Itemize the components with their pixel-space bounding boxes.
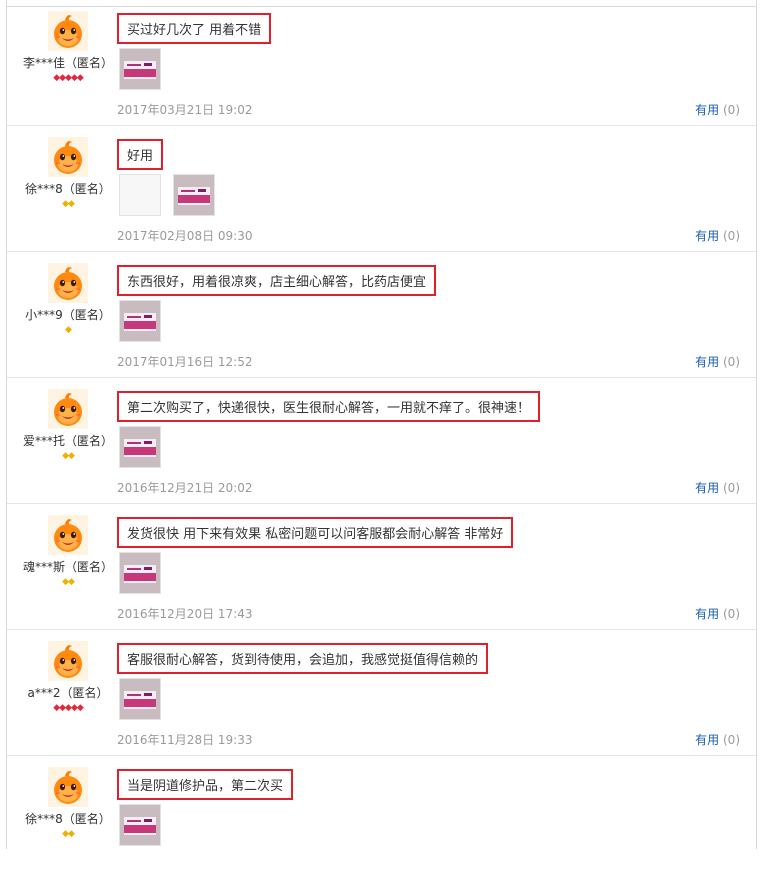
review-date: 2017年02月08日 09:30: [117, 229, 253, 243]
review-photo-thumbnail[interactable]: [119, 300, 161, 342]
useful-count: (0): [723, 733, 740, 747]
review-photo-thumbnail[interactable]: [119, 552, 161, 594]
cartoon-avatar-icon: [48, 767, 88, 807]
user-rank-badges: ◆◆: [7, 199, 129, 209]
review-comment-highlight: 好用: [117, 139, 164, 170]
review-date: 2016年12月20日 17:43: [117, 607, 253, 621]
useful-count: (0): [723, 607, 740, 621]
review-date: 2016年12月21日 20:02: [117, 481, 253, 495]
username: 爱***托（匿名）: [22, 434, 113, 448]
product-box-image: [120, 553, 160, 593]
review-comment-text: 客服很耐心解答，货到待使用，会追加，我感觉挺值得信赖的: [127, 653, 479, 668]
review-photo-thumbnail[interactable]: [173, 174, 215, 216]
cartoon-avatar-icon: [48, 641, 88, 681]
review-comment-text: 发货很快 用下来有效果 私密问题可以问客服都会耐心解答 非常好: [127, 527, 504, 542]
username: 小***9（匿名）: [25, 308, 111, 322]
review-item: 李***佳（匿名） ◆◆◆◆◆ 买过好几次了 用着不错 2017年03月21日 …: [7, 0, 756, 126]
user-rank-badges: ◆◆◆◆◆: [7, 73, 129, 83]
user-rank-badges: ◆: [7, 325, 129, 335]
useful-label[interactable]: 有用: [695, 229, 719, 243]
review-date: 2017年03月21日 19:02: [117, 103, 253, 117]
diamond-rank-icon: ◆: [76, 73, 84, 83]
username: 徐***8（匿名）: [25, 182, 111, 196]
avatar[interactable]: [48, 263, 88, 303]
review-photo-thumbnail[interactable]: [119, 804, 161, 846]
review-comment-highlight: 东西很好，用着很凉爽，店主细心解答，比药店便宜: [117, 265, 437, 296]
cartoon-avatar-icon: [48, 515, 88, 555]
product-box-image: [174, 175, 214, 215]
user-rank-badges: ◆◆: [7, 577, 129, 587]
avatar[interactable]: [48, 137, 88, 177]
review-photo-thumbnail[interactable]: [119, 174, 161, 216]
useful-vote-button[interactable]: 有用 (0): [695, 605, 740, 622]
review-item: 徐***8（匿名） ◆◆ 当是阴道修护品，第二次买: [7, 756, 756, 882]
useful-label[interactable]: 有用: [695, 103, 719, 117]
review-item: 魂***斯（匿名） ◆◆ 发货很快 用下来有效果 私密问题可以问客服都会耐心解答…: [7, 504, 756, 630]
useful-label[interactable]: 有用: [695, 355, 719, 369]
review-photo-thumbnail[interactable]: [119, 48, 161, 90]
useful-count: (0): [723, 229, 740, 243]
avatar[interactable]: [48, 641, 88, 681]
username: 李***佳（匿名）: [22, 56, 113, 70]
useful-count: (0): [723, 103, 740, 117]
review-date: 2017年01月16日 12:52: [117, 355, 253, 369]
review-photo-thumbnail[interactable]: [119, 426, 161, 468]
avatar[interactable]: [48, 389, 88, 429]
review-comment-highlight: 当是阴道修护品，第二次买: [117, 769, 294, 800]
cartoon-avatar-icon: [48, 389, 88, 429]
list-right-border: [756, 0, 757, 849]
useful-vote-button[interactable]: 有用 (0): [695, 353, 740, 370]
review-item: a***2（匿名） ◆◆◆◆◆ 客服很耐心解答，货到待使用，会追加，我感觉挺值得…: [7, 630, 756, 756]
product-box-image: [120, 301, 160, 341]
useful-count: (0): [723, 355, 740, 369]
gold-rank-icon: ◆: [68, 199, 75, 209]
avatar[interactable]: [48, 767, 88, 807]
useful-count: (0): [723, 481, 740, 495]
review-comment-text: 买过好几次了 用着不错: [127, 23, 262, 38]
user-rank-badges: ◆◆◆◆◆: [7, 703, 129, 713]
username: 魂***斯（匿名）: [22, 560, 113, 574]
review-comment-text: 东西很好，用着很凉爽，店主细心解答，比药店便宜: [127, 275, 427, 290]
avatar[interactable]: [48, 515, 88, 555]
useful-label[interactable]: 有用: [695, 481, 719, 495]
review-date: 2016年11月28日 19:33: [117, 733, 253, 747]
review-item: 爱***托（匿名） ◆◆ 第二次购买了，快递很快，医生很耐心解答，一用就不痒了。…: [7, 378, 756, 504]
cartoon-avatar-icon: [48, 263, 88, 303]
product-box-image: [120, 49, 160, 89]
review-comment-text: 第二次购买了，快递很快，医生很耐心解答，一用就不痒了。很神速！: [127, 401, 531, 416]
username: a***2（匿名）: [27, 686, 109, 700]
useful-vote-button[interactable]: 有用 (0): [695, 101, 740, 118]
review-comment-text: 当是阴道修护品，第二次买: [127, 779, 284, 794]
review-item: 徐***8（匿名） ◆◆ 好用 2017年02月08日 09:30 有用 (0): [7, 126, 756, 252]
gold-rank-icon: ◆: [65, 325, 72, 335]
diamond-rank-icon: ◆: [76, 703, 84, 713]
useful-vote-button[interactable]: 有用 (0): [695, 479, 740, 496]
useful-vote-button[interactable]: 有用 (0): [695, 731, 740, 748]
useful-label[interactable]: 有用: [695, 607, 719, 621]
user-rank-badges: ◆◆: [7, 451, 129, 461]
review-photo-thumbnail[interactable]: [119, 678, 161, 720]
user-rank-badges: ◆◆: [7, 829, 129, 839]
review-comment-text: 好用: [127, 149, 154, 164]
product-box-image: [120, 679, 160, 719]
useful-vote-button[interactable]: 有用 (0): [695, 227, 740, 244]
cartoon-avatar-icon: [48, 11, 88, 51]
avatar[interactable]: [48, 11, 88, 51]
review-item: 小***9（匿名） ◆ 东西很好，用着很凉爽，店主细心解答，比药店便宜 2017…: [7, 252, 756, 378]
useful-label[interactable]: 有用: [695, 733, 719, 747]
product-box-image: [120, 427, 160, 467]
username: 徐***8（匿名）: [25, 812, 111, 826]
review-comment-highlight: 客服很耐心解答，货到待使用，会追加，我感觉挺值得信赖的: [117, 643, 489, 674]
gold-rank-icon: ◆: [68, 577, 75, 587]
gold-rank-icon: ◆: [68, 451, 75, 461]
review-comment-highlight: 第二次购买了，快递很快，医生很耐心解答，一用就不痒了。很神速！: [117, 391, 541, 422]
review-comment-highlight: 买过好几次了 用着不错: [117, 13, 272, 44]
gold-rank-icon: ◆: [68, 829, 75, 839]
product-box-image: [120, 805, 160, 845]
cartoon-avatar-icon: [48, 137, 88, 177]
review-comment-highlight: 发货很快 用下来有效果 私密问题可以问客服都会耐心解答 非常好: [117, 517, 514, 548]
